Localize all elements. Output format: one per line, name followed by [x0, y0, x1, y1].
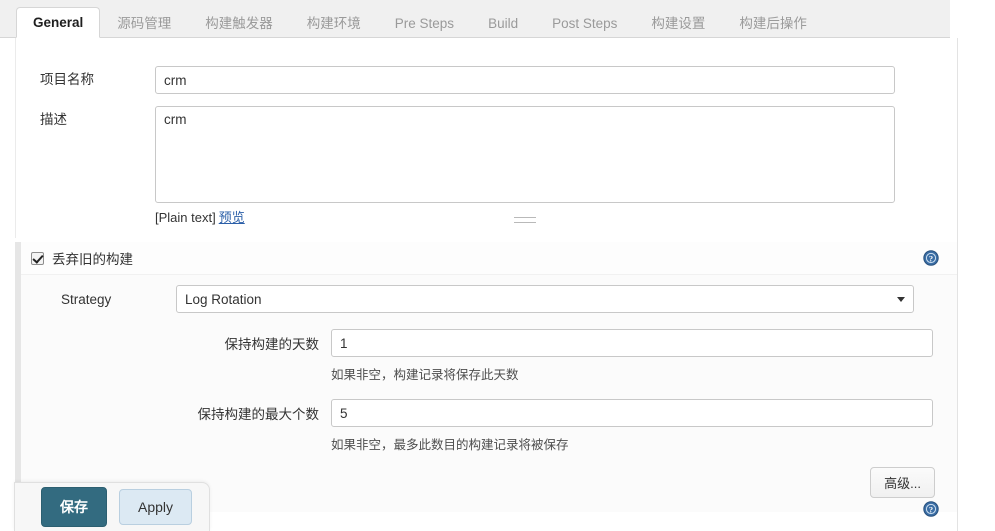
tab-post-steps[interactable]: Post Steps [535, 8, 634, 38]
strategy-selected-value: Log Rotation [185, 291, 262, 307]
form-action-bar: 保存 Apply [14, 482, 210, 531]
days-to-keep-input[interactable] [331, 329, 933, 357]
description-label: 描述 [40, 112, 67, 127]
tab-general[interactable]: General [16, 7, 101, 38]
strategy-select[interactable]: Log Rotation [176, 285, 914, 313]
help-icon[interactable]: ? [923, 250, 939, 266]
form-action-buttons: 保存 Apply [15, 483, 209, 531]
tab-build-settings[interactable]: 构建设置 [634, 8, 722, 38]
project-name-input[interactable] [155, 66, 895, 94]
days-to-keep-hint: 如果非空，构建记录将保存此天数 [331, 368, 519, 382]
max-builds-input[interactable] [331, 399, 933, 427]
svg-text:?: ? [929, 253, 933, 263]
config-tab-bar: General 源码管理 构建触发器 构建环境 Pre Steps Build … [0, 0, 950, 38]
discard-old-builds-block: 丢弃旧的构建 ? Strategy Log Rotation 保持构建的天数 1… [15, 242, 957, 512]
max-builds-hint: 如果非空，最多此数目的构建记录将被保存 [331, 438, 569, 452]
form-left-divider [15, 38, 16, 238]
tab-build[interactable]: Build [471, 8, 535, 38]
description-textarea[interactable] [155, 106, 895, 203]
discard-old-builds-header: 丢弃旧的构建 ? [21, 242, 957, 275]
preview-link[interactable]: 预览 [219, 210, 245, 225]
days-to-keep-label: 保持构建的天数 [224, 337, 320, 352]
plain-text-label: [Plain text] [155, 210, 216, 225]
tab-pre-steps[interactable]: Pre Steps [378, 8, 471, 38]
advanced-button[interactable]: 高级... [870, 467, 935, 498]
tab-source-code-management[interactable]: 源码管理 [100, 8, 188, 38]
svg-text:?: ? [929, 504, 933, 514]
save-button[interactable]: 保存 [41, 487, 107, 527]
apply-button[interactable]: Apply [119, 489, 193, 525]
tab-build-environment[interactable]: 构建环境 [290, 8, 378, 38]
project-name-row: 项目名称 [0, 66, 957, 94]
discard-old-builds-body: Strategy Log Rotation 保持构建的天数 如果非空，构建记录将… [21, 275, 957, 512]
max-builds-label: 保持构建的最大个数 [197, 407, 320, 422]
description-wrapper: [Plain text]预览 [155, 106, 895, 226]
strategy-row: Strategy Log Rotation [21, 285, 957, 313]
tab-build-triggers[interactable]: 构建触发器 [188, 8, 290, 38]
description-row: 描述 [Plain text]预览 [0, 106, 957, 226]
help-icon[interactable]: ? [923, 501, 939, 517]
discard-old-builds-checkbox[interactable] [31, 251, 44, 265]
config-form: 项目名称 描述 [Plain text]预览 丢弃旧的构建 ? [0, 38, 958, 531]
days-to-keep-row: 保持构建的天数 [21, 329, 957, 357]
tab-list: General 源码管理 构建触发器 构建环境 Pre Steps Build … [0, 0, 950, 38]
discard-old-builds-label: 丢弃旧的构建 [52, 252, 133, 267]
description-format-line: [Plain text] 预览 [155, 207, 895, 226]
max-builds-row: 保持构建的最大个数 [21, 399, 957, 427]
chevron-down-icon [897, 296, 905, 302]
project-name-label: 项目名称 [40, 72, 94, 87]
strategy-label: Strategy [61, 291, 112, 307]
tab-post-build-actions[interactable]: 构建后操作 [722, 8, 824, 38]
